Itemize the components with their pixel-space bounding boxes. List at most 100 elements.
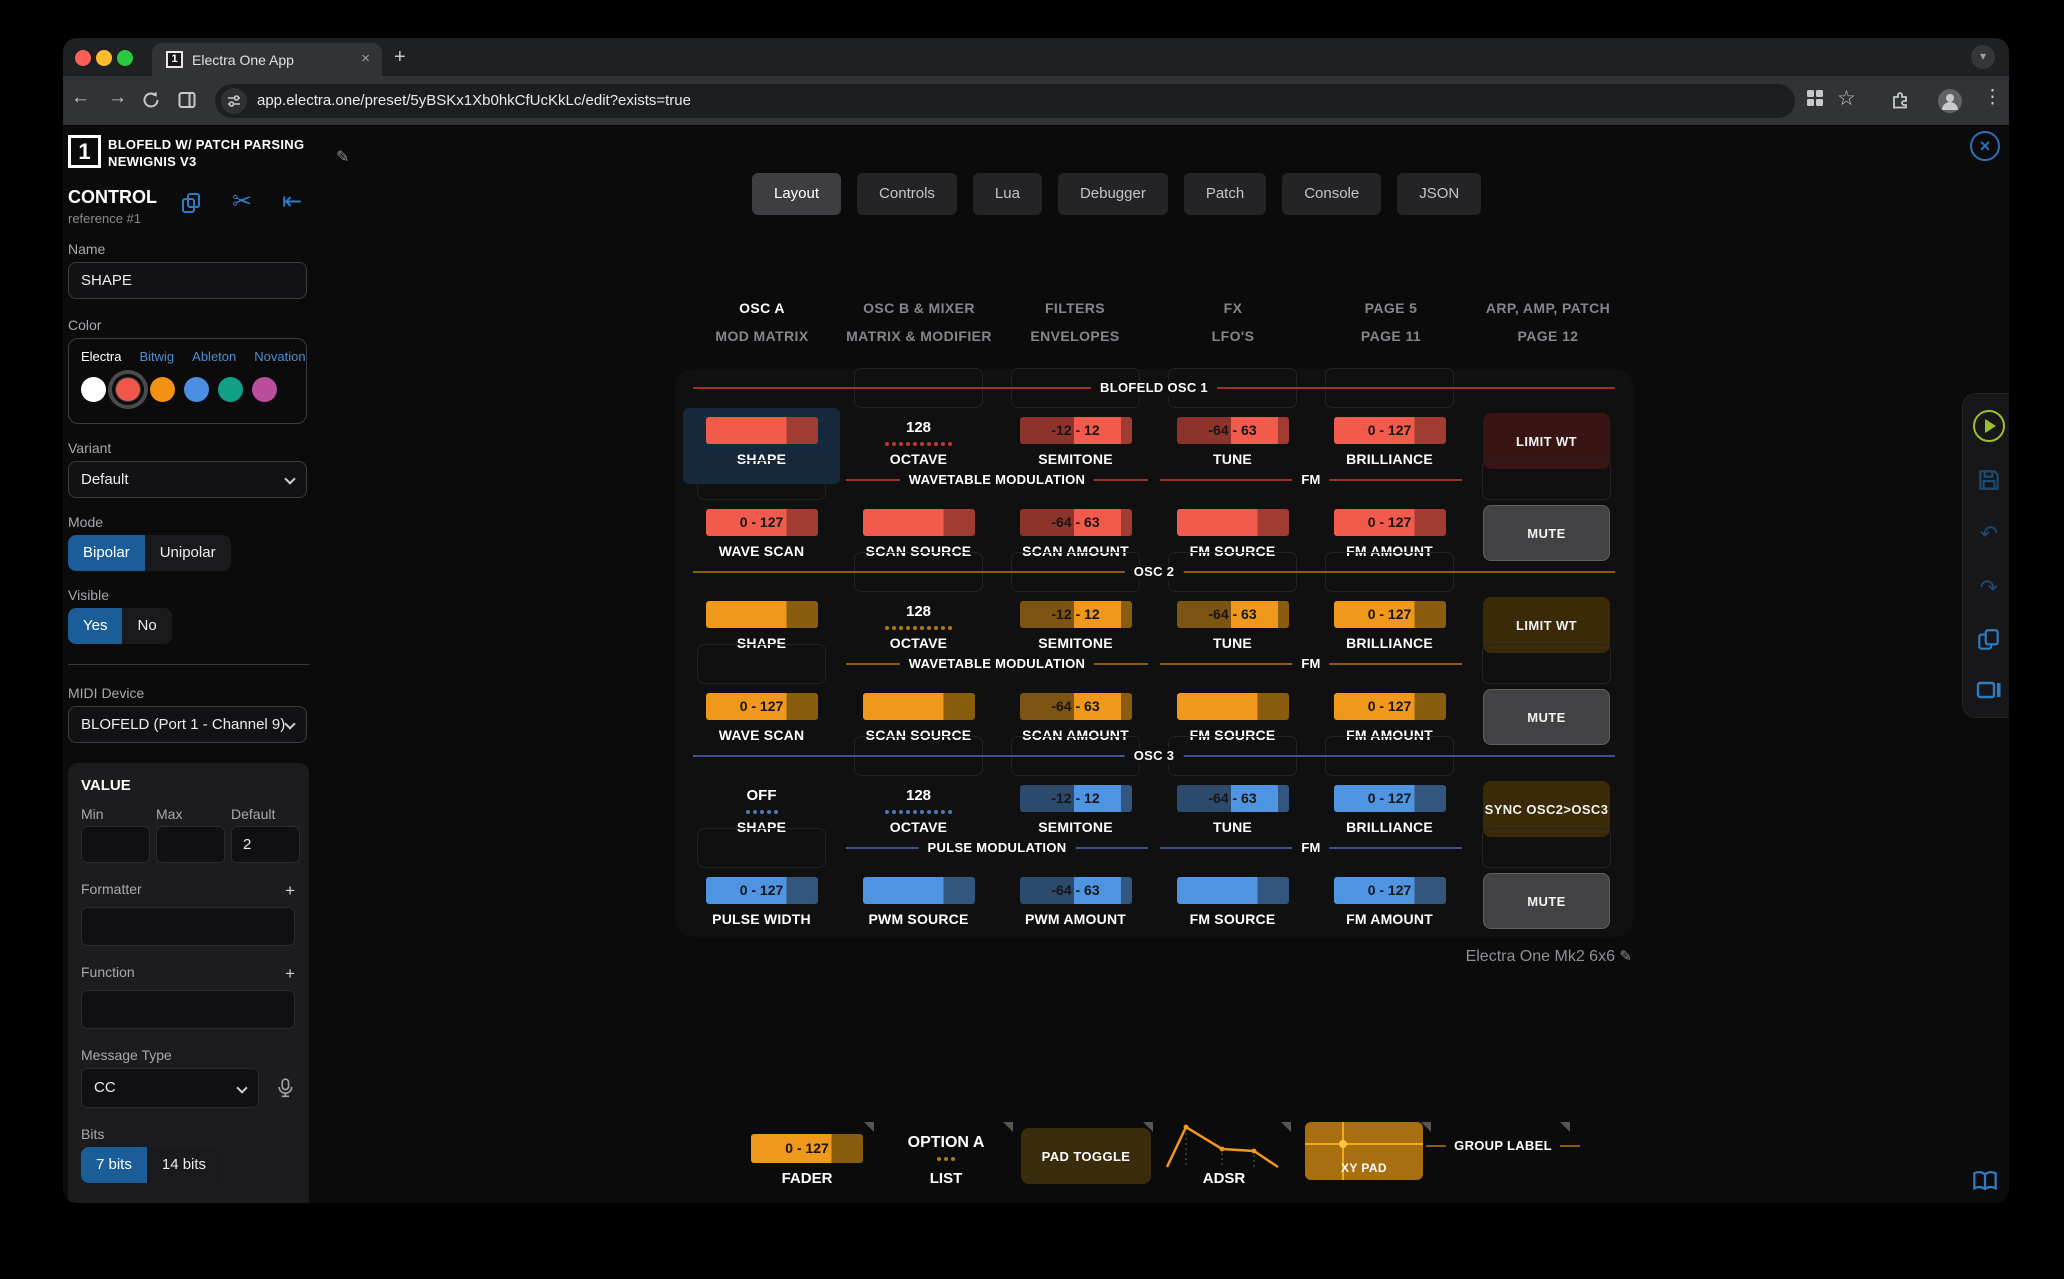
control-fm-source[interactable]: FM SOURCE xyxy=(1154,877,1311,941)
color-tab-novation[interactable]: Novation xyxy=(254,349,305,364)
fader-bar[interactable] xyxy=(863,509,975,536)
nav-tab-json[interactable]: JSON xyxy=(1397,173,1481,215)
browser-menu-icon[interactable]: ⋮ xyxy=(1983,86,2002,109)
fader-bar[interactable]: -64 - 63 xyxy=(1020,693,1132,720)
tab-close-icon[interactable]: × xyxy=(361,50,370,67)
nav-tab-controls[interactable]: Controls xyxy=(857,173,957,215)
page-tab-osc-a[interactable]: OSC A xyxy=(739,300,785,316)
palette-xy-pad[interactable]: XY PAD xyxy=(1297,1124,1431,1188)
fader-bar[interactable] xyxy=(863,693,975,720)
swatch-red[interactable] xyxy=(115,377,141,402)
nav-tab-layout[interactable]: Layout xyxy=(752,173,841,215)
tab-search-button[interactable]: ▾ xyxy=(1971,45,1995,69)
cut-icon[interactable]: ✂ xyxy=(232,187,252,216)
color-tab-electra[interactable]: Electra xyxy=(81,349,121,364)
visible-option-yes[interactable]: Yes xyxy=(68,608,122,644)
page-tab-lfo-s[interactable]: LFO'S xyxy=(1212,328,1255,344)
name-input[interactable]: SHAPE xyxy=(68,262,307,299)
palette-list[interactable]: OPTION ALIST xyxy=(879,1124,1013,1188)
collapse-panel-icon[interactable]: ⇤ xyxy=(282,187,302,216)
new-tab-button[interactable]: + xyxy=(394,46,406,69)
message-type-select[interactable]: CC xyxy=(81,1068,259,1108)
fader-bar[interactable]: -12 - 12 xyxy=(1020,785,1132,812)
bookmark-star-icon[interactable]: ☆ xyxy=(1837,86,1856,111)
copy-icon[interactable] xyxy=(179,191,203,215)
color-tab-ableton[interactable]: Ableton xyxy=(192,349,236,364)
profile-avatar[interactable] xyxy=(1937,88,1963,114)
swatch-orange[interactable] xyxy=(150,377,175,402)
color-tab-bitwig[interactable]: Bitwig xyxy=(139,349,174,364)
page-tab-page-5[interactable]: PAGE 5 xyxy=(1365,300,1418,316)
fader-bar[interactable]: 0 - 127 xyxy=(1334,417,1446,444)
fader-bar[interactable]: -64 - 63 xyxy=(1177,417,1289,444)
palette-group-label[interactable]: GROUP LABEL xyxy=(1436,1124,1570,1188)
back-icon[interactable]: ← xyxy=(71,87,90,109)
nav-tab-lua[interactable]: Lua xyxy=(973,173,1042,215)
control-brilliance[interactable]: 0 - 127BRILLIANCE xyxy=(1311,785,1468,849)
fader-bar[interactable]: -64 - 63 xyxy=(1177,785,1289,812)
xy-pad[interactable]: XY PAD xyxy=(1305,1122,1423,1180)
fader-bar[interactable] xyxy=(1177,877,1289,904)
max-input[interactable] xyxy=(156,826,225,863)
fader-bar[interactable]: 0 - 127 xyxy=(706,693,818,720)
page-tab-page-12[interactable]: PAGE 12 xyxy=(1518,328,1579,344)
edit-preset-icon[interactable]: ✎ xyxy=(336,147,349,167)
page-tab-osc-b-mixer[interactable]: OSC B & MIXER xyxy=(863,300,975,316)
page-tab-fx[interactable]: FX xyxy=(1224,300,1243,316)
fader-bar[interactable]: -64 - 63 xyxy=(1020,509,1132,536)
nav-tab-debugger[interactable]: Debugger xyxy=(1058,173,1168,215)
palette-pad-toggle[interactable]: PAD TOGGLE xyxy=(1019,1124,1153,1188)
palette-fader[interactable]: 0 - 127FADER xyxy=(740,1124,874,1188)
fader-bar[interactable] xyxy=(706,601,818,628)
fader-bar[interactable]: 0 - 127 xyxy=(706,509,818,536)
zoom-window-button[interactable] xyxy=(117,50,133,66)
redo-icon[interactable]: ↷ xyxy=(1971,570,2007,606)
site-settings-icon[interactable] xyxy=(221,88,247,114)
fader-bar[interactable] xyxy=(1177,693,1289,720)
fader-bar[interactable] xyxy=(1177,509,1289,536)
edit-device-icon[interactable]: ✎ xyxy=(1619,948,1632,965)
page-tab-mod-matrix[interactable]: MOD MATRIX xyxy=(715,328,808,344)
variant-select[interactable]: Default xyxy=(68,461,307,498)
control-wave-scan[interactable]: 0 - 127WAVE SCAN xyxy=(683,509,840,573)
control-tune[interactable]: -64 - 63TUNE xyxy=(1154,417,1311,481)
fader-bar[interactable]: 0 - 127 xyxy=(1334,509,1446,536)
page-tab-matrix-modifier[interactable]: MATRIX & MODIFIER xyxy=(846,328,992,344)
forward-icon[interactable]: → xyxy=(108,87,127,109)
add-function-button[interactable]: + xyxy=(285,964,295,985)
nav-tab-console[interactable]: Console xyxy=(1282,173,1381,215)
min-input[interactable] xyxy=(81,826,150,863)
midi-device-select[interactable]: BLOFELD (Port 1 - Channel 9) xyxy=(68,706,307,743)
fader-bar[interactable]: 0 - 127 xyxy=(1334,693,1446,720)
device-button-mute[interactable]: MUTE xyxy=(1483,689,1610,745)
fader-bar[interactable] xyxy=(706,417,818,444)
control-pwm-amount[interactable]: -64 - 63PWM AMOUNT xyxy=(997,877,1154,941)
default-input[interactable]: 2 xyxy=(231,826,300,863)
visible-option-no[interactable]: No xyxy=(122,608,171,644)
control-fm-amount[interactable]: 0 - 127FM AMOUNT xyxy=(1311,877,1468,941)
tab-groups-icon[interactable] xyxy=(1805,88,1825,108)
pad-toggle-button[interactable]: PAD TOGGLE xyxy=(1021,1128,1151,1184)
device-button-mute[interactable]: MUTE xyxy=(1483,873,1610,929)
reload-icon[interactable] xyxy=(141,90,161,110)
docs-button[interactable] xyxy=(1970,1169,2000,1198)
page-tab-filters[interactable]: FILTERS xyxy=(1045,300,1105,316)
browser-tab[interactable]: 1 Electra One App × xyxy=(152,43,382,76)
control-pwm-source[interactable]: PWM SOURCE xyxy=(840,877,997,941)
control-tune[interactable]: -64 - 63TUNE xyxy=(1154,785,1311,849)
paste-button[interactable] xyxy=(1971,622,2007,658)
fader-bar[interactable]: -64 - 63 xyxy=(1177,601,1289,628)
fader-bar[interactable]: -12 - 12 xyxy=(1020,417,1132,444)
bookmark-sidebar-icon[interactable] xyxy=(177,90,197,110)
palette-adsr[interactable]: ADSR xyxy=(1157,1124,1291,1188)
swatch-white[interactable] xyxy=(81,377,106,402)
toggle-panel-button[interactable] xyxy=(1971,672,2007,708)
bits-option-7-bits[interactable]: 7 bits xyxy=(81,1147,147,1183)
mode-option-bipolar[interactable]: Bipolar xyxy=(68,535,145,571)
swatch-magenta[interactable] xyxy=(252,377,277,402)
extensions-icon[interactable] xyxy=(1889,88,1911,110)
fader-bar[interactable]: 0 - 127 xyxy=(1334,785,1446,812)
fader-bar[interactable]: 0 - 127 xyxy=(1334,877,1446,904)
control-pulse-width[interactable]: 0 - 127PULSE WIDTH xyxy=(683,877,840,941)
swatch-blue[interactable] xyxy=(184,377,209,402)
